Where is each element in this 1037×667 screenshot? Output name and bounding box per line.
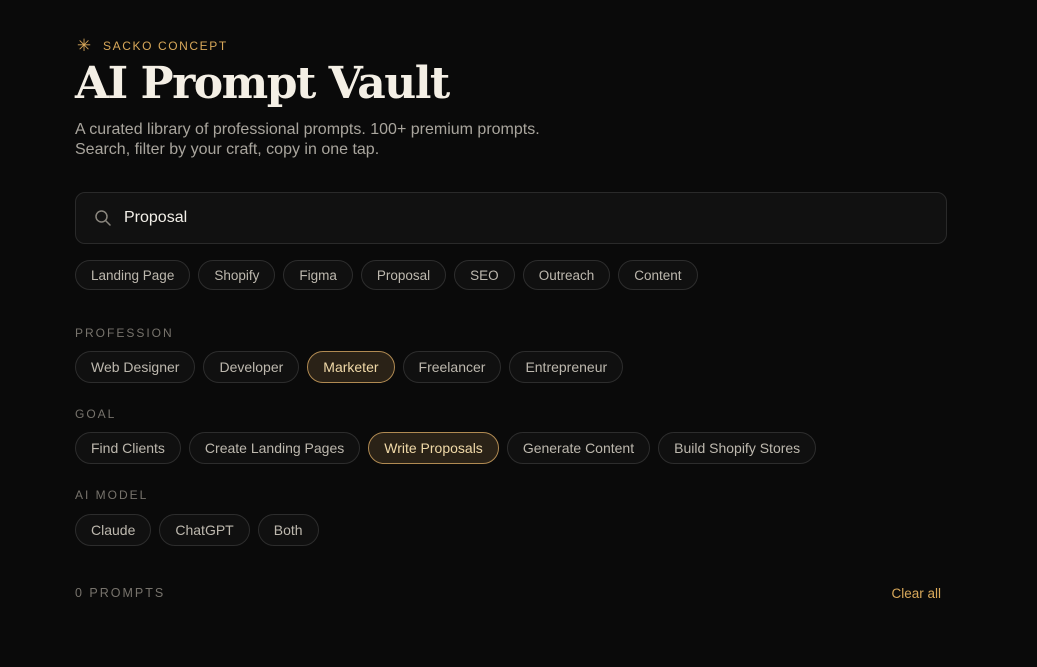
goal-chip-create-landing-pages[interactable]: Create Landing Pages	[188, 432, 361, 464]
quick-tag-seo[interactable]: SEO	[454, 260, 515, 290]
profession-chip-marketer[interactable]: Marketer	[307, 351, 395, 383]
search-icon	[94, 209, 112, 227]
quick-tag-figma[interactable]: Figma	[283, 260, 353, 290]
subtitle-line-1: A curated library of professional prompt…	[75, 121, 540, 138]
prompt-count: 0 PROMPTS	[75, 586, 166, 600]
goal-filter-row: Find Clients Create Landing Pages Write Pr…	[75, 432, 817, 464]
goal-chip-find-clients[interactable]: Find Clients	[75, 432, 181, 464]
asterisk-icon: ✳	[76, 36, 92, 56]
quick-tag-row: Landing Page Shopify Figma Proposal SEO Outre…	[75, 260, 698, 290]
results-footer: 0 PROMPTS Clear all	[75, 584, 941, 602]
ai-model-chip-claude[interactable]: Claude	[75, 514, 152, 546]
page-title: AI Prompt Vault	[75, 58, 450, 109]
goal-chip-build-shopify-stores[interactable]: Build Shopify Stores	[658, 432, 817, 464]
ai-model-chip-chatgpt[interactable]: ChatGPT	[159, 514, 250, 546]
profession-chip-developer[interactable]: Developer	[203, 351, 300, 383]
brand: ✳ SACKO CONCEPT	[75, 37, 228, 55]
goal-chip-write-proposals[interactable]: Write Proposals	[368, 432, 499, 464]
ai-model-chip-both[interactable]: Both	[257, 514, 319, 546]
quick-tag-shopify[interactable]: Shopify	[198, 260, 276, 290]
ai-model-filter-row: Claude ChatGPT Both	[75, 514, 319, 546]
quick-tag-proposal[interactable]: Proposal	[360, 260, 447, 290]
profession-filter-row: Web Designer Developer Marketer Freelancer E…	[75, 351, 624, 383]
search-input[interactable]	[124, 209, 904, 227]
subtitle-line-2: Search, filter by your craft, copy in on…	[75, 141, 380, 158]
quick-tag-outreach[interactable]: Outreach	[522, 260, 611, 290]
ai-model-label: AI MODEL	[75, 488, 149, 502]
profession-label: PROFESSION	[75, 326, 174, 340]
page-subtitle: A curated library of professional prompt…	[75, 120, 675, 160]
quick-tag-landing-page[interactable]: Landing Page	[75, 260, 191, 290]
profession-chip-entrepreneur[interactable]: Entrepreneur	[509, 351, 624, 383]
goal-chip-generate-content[interactable]: Generate Content	[506, 432, 651, 464]
brand-name: SACKO CONCEPT	[103, 39, 228, 53]
profession-chip-web-designer[interactable]: Web Designer	[75, 351, 196, 383]
search-bar[interactable]	[75, 192, 947, 244]
profession-chip-freelancer[interactable]: Freelancer	[402, 351, 502, 383]
quick-tag-content[interactable]: Content	[618, 260, 698, 290]
clear-all-button[interactable]: Clear all	[891, 586, 941, 601]
goal-label: GOAL	[75, 407, 117, 421]
